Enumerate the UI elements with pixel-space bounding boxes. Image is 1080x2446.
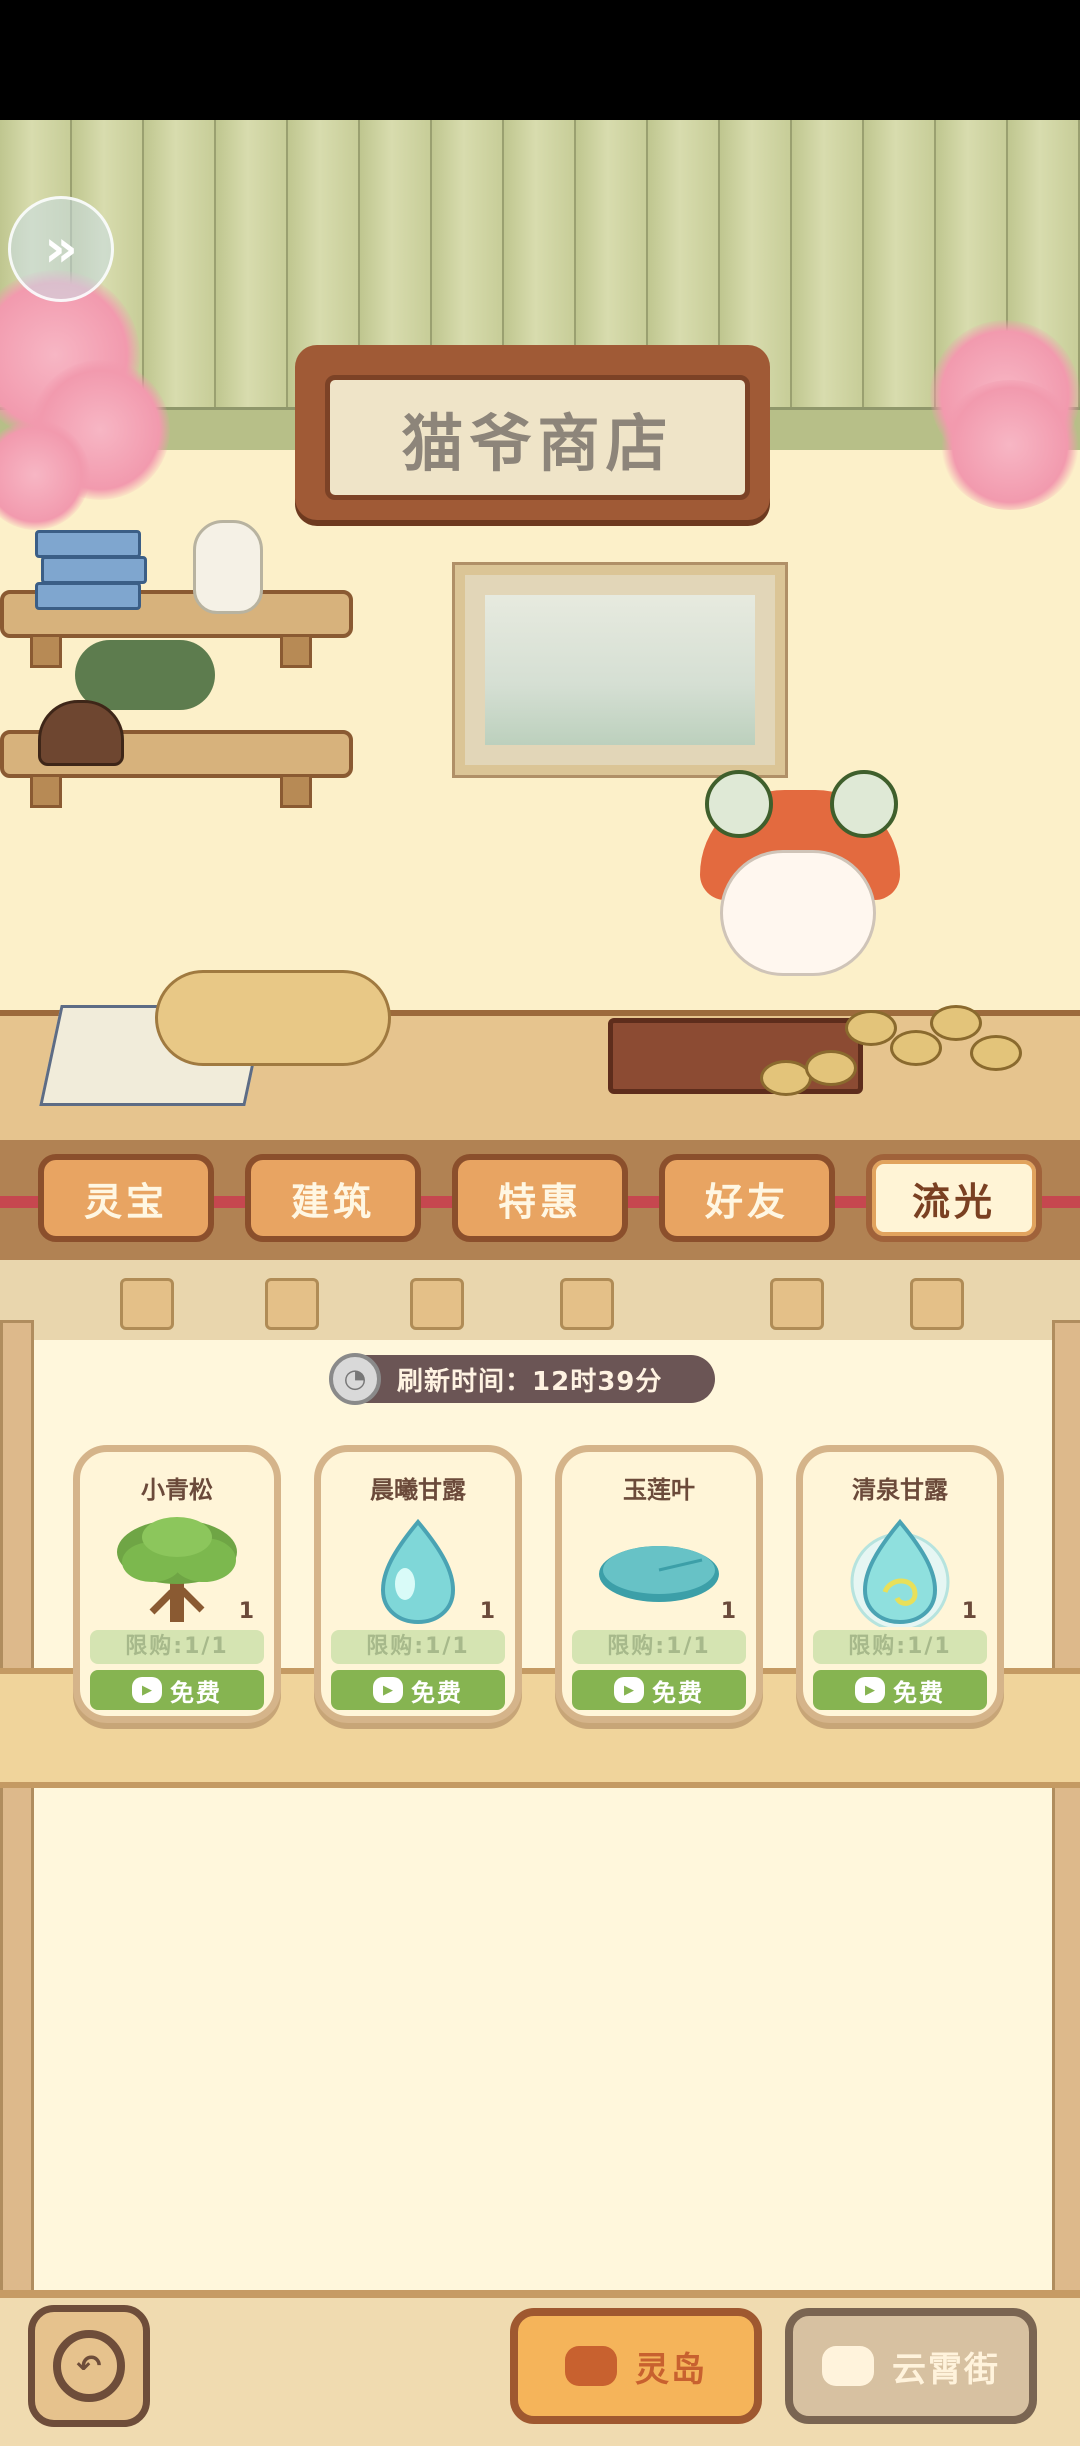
vase-decoration xyxy=(193,520,263,614)
tab-liuguang[interactable]: 流光 xyxy=(866,1154,1042,1242)
video-play-icon: ▶ xyxy=(614,1677,644,1703)
free-claim-button[interactable]: ▶ 免费 xyxy=(331,1670,505,1710)
tab-jianzhu[interactable]: 建筑 xyxy=(245,1154,421,1242)
yunxiao-label: 云霄街 xyxy=(892,2349,1000,2390)
item-quantity: 1 xyxy=(961,1599,977,1624)
shelf-awning xyxy=(0,1260,1080,1346)
price-label: 免费 xyxy=(893,1678,945,1707)
shop-item-card[interactable]: 小青松 1 限购:1/1 ▶ 免费 xyxy=(73,1445,281,1723)
shelf-bracket xyxy=(30,774,62,808)
item-quantity: 1 xyxy=(720,1599,736,1624)
purchase-limit: 限购:1/1 xyxy=(813,1630,987,1664)
wooden-post xyxy=(0,1320,34,2296)
shop-item-card[interactable]: 玉莲叶 1 限购:1/1 ▶ 免费 xyxy=(555,1445,763,1723)
lingdao-button[interactable]: 灵岛 xyxy=(510,2308,762,2424)
tab-lingbao[interactable]: 灵宝 xyxy=(38,1154,214,1242)
dew-drop-icon xyxy=(353,1512,483,1631)
expand-icon[interactable]: » xyxy=(8,196,114,302)
price-label: 免费 xyxy=(652,1678,704,1707)
building-icon xyxy=(822,2346,874,2386)
page-title: 猫爷商店 xyxy=(401,406,674,480)
tab-tehui[interactable]: 特惠 xyxy=(452,1154,628,1242)
coin-icon xyxy=(805,1050,857,1086)
lingdao-label: 灵岛 xyxy=(635,2349,707,2390)
free-claim-button[interactable]: ▶ 免费 xyxy=(572,1670,746,1710)
lotus-leaf-icon xyxy=(594,1512,724,1631)
shop-window xyxy=(455,565,785,775)
video-play-icon: ▶ xyxy=(855,1677,885,1703)
item-name: 玉莲叶 xyxy=(623,1476,695,1504)
category-tabs: 灵宝 建筑 特惠 好友 流光 xyxy=(0,1140,1080,1260)
coin-icon xyxy=(930,1005,982,1041)
bonsai-pot xyxy=(38,700,124,766)
refresh-label: 刷新时间： xyxy=(397,1366,533,1397)
refresh-timer: ◔ 刷新时间：12时39分 xyxy=(329,1353,715,1405)
coin-icon xyxy=(890,1030,942,1066)
item-name: 晨曦甘露 xyxy=(370,1476,466,1504)
free-claim-button[interactable]: ▶ 免费 xyxy=(90,1670,264,1710)
shop-sign: 猫爷商店 xyxy=(295,345,770,520)
shelf-bracket xyxy=(280,774,312,808)
clock-icon: ◔ xyxy=(329,1353,381,1405)
item-quantity: 1 xyxy=(238,1599,254,1624)
item-name: 清泉甘露 xyxy=(852,1476,948,1504)
shelf-bracket xyxy=(30,634,62,668)
free-claim-button[interactable]: ▶ 免费 xyxy=(813,1670,987,1710)
purchase-limit: 限购:1/1 xyxy=(90,1630,264,1664)
price-label: 免费 xyxy=(411,1678,463,1707)
shopkeeper-character xyxy=(670,770,920,1010)
shelf-bracket xyxy=(280,634,312,668)
pine-tree-icon xyxy=(112,1512,242,1631)
return-icon: ↶ xyxy=(53,2330,125,2402)
item-name: 小青松 xyxy=(141,1476,213,1504)
back-button[interactable]: ↶ xyxy=(28,2305,150,2427)
shop-item-card[interactable]: 晨曦甘露 1 限购:1/1 ▶ 免费 xyxy=(314,1445,522,1723)
coin-icon xyxy=(970,1035,1022,1071)
video-play-icon: ▶ xyxy=(132,1677,162,1703)
yunxiao-street-button[interactable]: 云霄街 xyxy=(785,2308,1037,2424)
video-play-icon: ▶ xyxy=(373,1677,403,1703)
sleeping-cat-character xyxy=(155,970,391,1066)
price-label: 免费 xyxy=(170,1678,222,1707)
wooden-post xyxy=(1052,1320,1080,2296)
spring-dew-icon xyxy=(835,1512,965,1632)
books-decoration xyxy=(35,530,147,610)
coin-icon xyxy=(845,1010,897,1046)
blossom-decoration xyxy=(940,380,1080,510)
purchase-limit: 限购:1/1 xyxy=(331,1630,505,1664)
status-bar xyxy=(0,0,1080,120)
purchase-limit: 限购:1/1 xyxy=(572,1630,746,1664)
tab-haoyou[interactable]: 好友 xyxy=(659,1154,835,1242)
shop-item-card[interactable]: 清泉甘露 1 限购:1/1 ▶ 免费 xyxy=(796,1445,1004,1723)
bonsai-decoration xyxy=(75,640,215,710)
island-icon xyxy=(565,2346,617,2386)
item-quantity: 1 xyxy=(479,1599,495,1624)
refresh-time: 12时39分 xyxy=(532,1366,663,1397)
